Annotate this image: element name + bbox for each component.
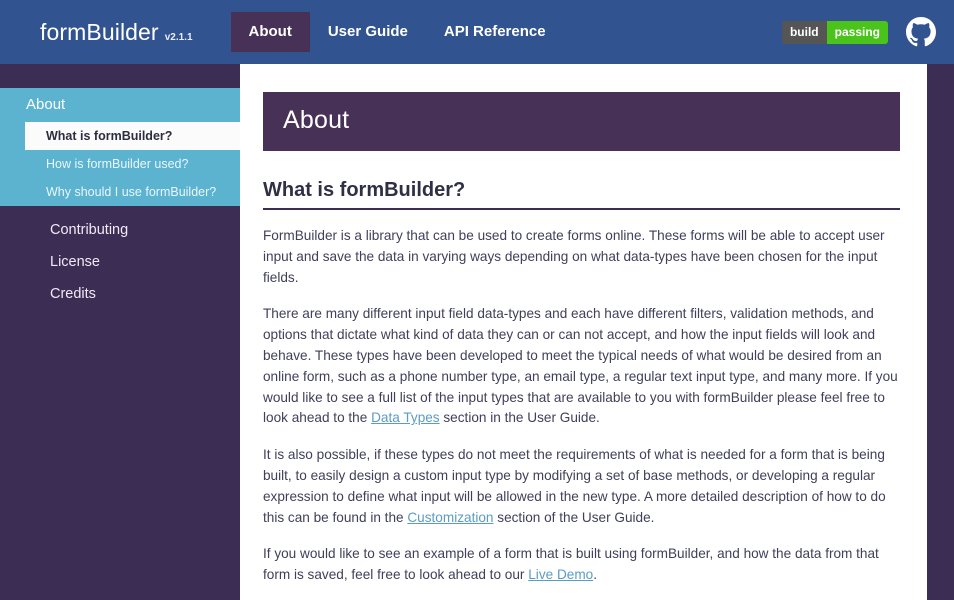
sidebar-item-license[interactable]: License <box>0 246 240 278</box>
link-data-types[interactable]: Data Types <box>371 410 440 425</box>
sidebar-subitem-why-should-i-use-formbuilder[interactable]: Why should I use formBuilder? <box>0 178 240 206</box>
right-gutter <box>927 64 954 600</box>
link-live-demo[interactable]: Live Demo <box>528 567 593 582</box>
paragraph-text: . <box>593 567 597 583</box>
link-customization[interactable]: Customization <box>407 510 493 525</box>
sidebar-item-contributing[interactable]: Contributing <box>0 214 240 246</box>
build-status-badge[interactable]: build passing <box>781 20 888 44</box>
main-content-area: About What is formBuilder? FormBuilder i… <box>240 64 927 600</box>
sidebar-navigation: About What is formBuilder? How is formBu… <box>0 64 240 600</box>
sidebar-subitem-what-is-formbuilder[interactable]: What is formBuilder? <box>25 122 240 150</box>
paragraph-text: section of the User Guide. <box>493 509 655 525</box>
paragraph-text: FormBuilder is a library that can be use… <box>263 228 885 285</box>
paragraph-text: There are many different input field dat… <box>263 306 898 426</box>
nav-tab-user-guide[interactable]: User Guide <box>310 13 426 51</box>
sidebar-item-about[interactable]: About <box>0 88 240 122</box>
brand-version: v2.1.1 <box>164 31 193 43</box>
github-link[interactable] <box>906 17 936 47</box>
page-layout: About What is formBuilder? How is formBu… <box>0 64 954 600</box>
section-heading-what-is-formbuilder: What is formBuilder? <box>263 179 900 210</box>
paragraph-text: section in the User Guide. <box>439 410 600 426</box>
main-navigation: About User Guide API Reference <box>230 0 564 64</box>
brand-name: formBuilder <box>40 18 159 45</box>
build-badge-status: passing <box>826 20 888 44</box>
paragraph-live-demo: If you would like to see an example of a… <box>263 544 900 586</box>
paragraph-intro: FormBuilder is a library that can be use… <box>263 226 900 288</box>
page-title: About <box>263 92 900 151</box>
top-header-bar: formBuilder v2.1.1 About User Guide API … <box>0 0 954 64</box>
sidebar-group-about: About What is formBuilder? How is formBu… <box>0 88 240 206</box>
header-right-area: build passing <box>781 17 936 47</box>
content-inner: About What is formBuilder? FormBuilder i… <box>263 92 900 600</box>
build-badge-label: build <box>781 20 827 44</box>
sidebar-subitem-how-is-formbuilder-used[interactable]: How is formBuilder used? <box>0 150 240 178</box>
github-icon <box>906 17 936 47</box>
nav-tab-api-reference[interactable]: API Reference <box>426 13 564 51</box>
sidebar-item-credits[interactable]: Credits <box>0 278 240 310</box>
paragraph-customization: It is also possible, if these types do n… <box>263 445 900 528</box>
brand-logo[interactable]: formBuilder v2.1.1 <box>40 19 193 46</box>
paragraph-data-types: There are many different input field dat… <box>263 304 900 429</box>
nav-tab-about[interactable]: About <box>230 12 310 52</box>
